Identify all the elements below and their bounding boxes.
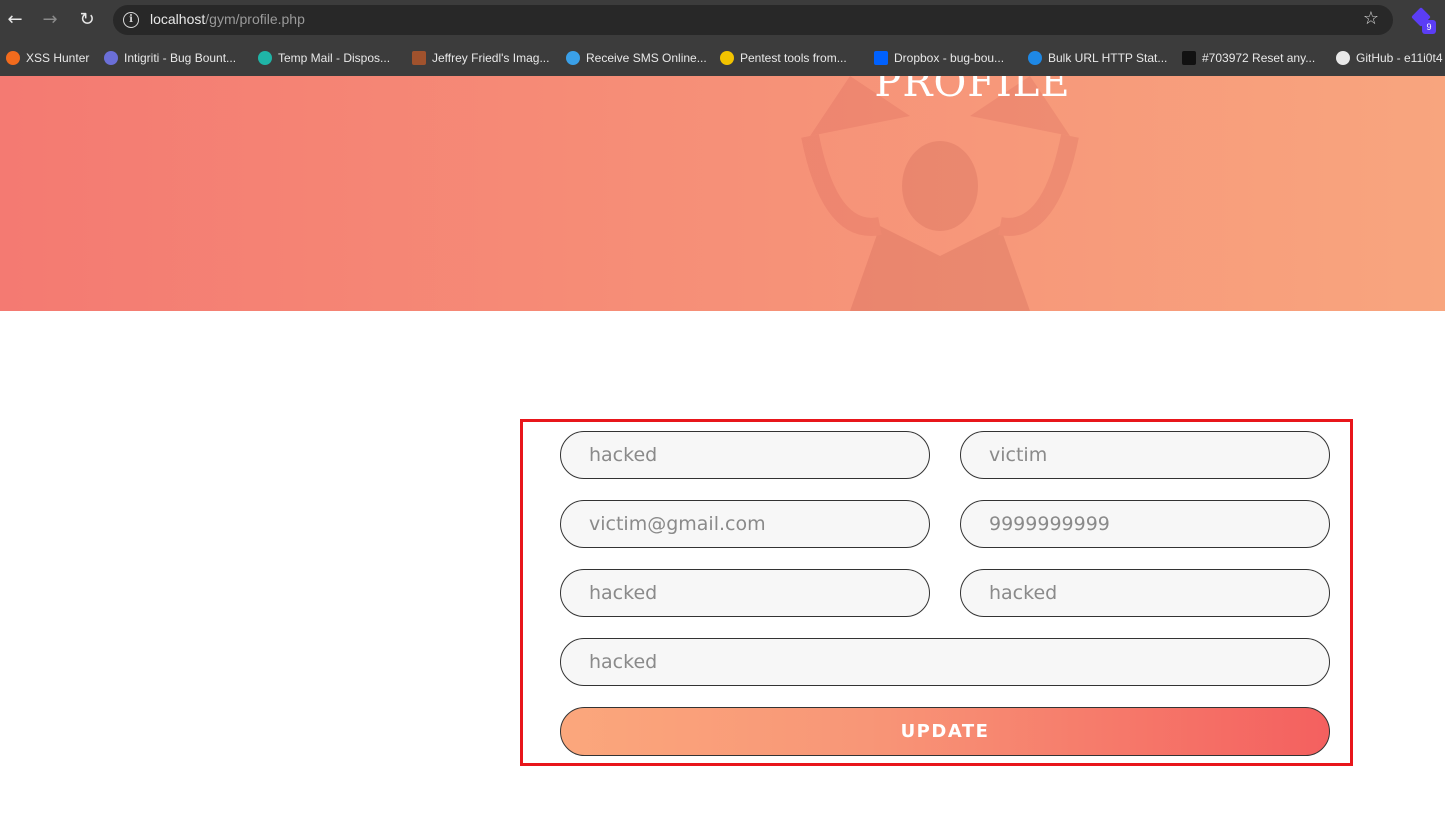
forward-icon[interactable]: →: [38, 8, 62, 32]
bookmark-dropbox[interactable]: Dropbox - bug-bou...: [874, 49, 1004, 67]
hero-banner: PROFILE: [0, 76, 1445, 311]
hero-person-image: [801, 76, 1079, 311]
address-bar[interactable]: i localhost/gym/profile.php ☆: [113, 5, 1393, 35]
image-icon: [412, 51, 426, 65]
bookmark-label: Receive SMS Online...: [586, 51, 707, 65]
bookmark-pentest-tools[interactable]: Pentest tools from...: [720, 49, 847, 67]
temp-mail-icon: [258, 51, 272, 65]
bookmark-star-icon[interactable]: ☆: [1363, 8, 1379, 29]
page-title: PROFILE: [874, 76, 1071, 106]
bookmark-label: Intigriti - Bug Bount...: [124, 51, 237, 65]
url-text[interactable]: localhost/gym/profile.php: [150, 11, 305, 27]
bookmark-jeffrey-friedl[interactable]: Jeffrey Friedl's Imag...: [412, 49, 549, 67]
bookmarks-bar: XSS Hunter Intigriti - Bug Bount... Temp…: [0, 40, 1445, 76]
dropbox-icon: [874, 51, 888, 65]
bookmark-label: Jeffrey Friedl's Imag...: [432, 51, 550, 65]
bulk-url-icon: [1028, 51, 1042, 65]
browser-toolbar: ← → ↻ i localhost/gym/profile.php ☆ 9: [0, 0, 1445, 40]
bookmark-label: Bulk URL HTTP Stat...: [1048, 51, 1168, 65]
first-name-field[interactable]: [560, 431, 930, 479]
profile-field-7[interactable]: [560, 638, 1330, 686]
profile-field-5[interactable]: [560, 569, 930, 617]
flame-icon: [6, 51, 20, 65]
update-button[interactable]: UPDATE: [560, 707, 1330, 756]
bookmark-label: XSS Hunter: [26, 51, 90, 65]
extension-badge: 9: [1422, 20, 1436, 34]
bookmark-temp-mail[interactable]: Temp Mail - Dispos...: [258, 49, 390, 67]
site-info-icon[interactable]: i: [123, 12, 139, 28]
pentest-icon: [720, 51, 734, 65]
last-name-field[interactable]: [960, 431, 1330, 479]
profile-field-6[interactable]: [960, 569, 1330, 617]
bookmark-label: Pentest tools from...: [740, 51, 847, 65]
bookmark-xss-hunter[interactable]: XSS Hunter: [6, 49, 89, 67]
bookmark-bulk-url[interactable]: Bulk URL HTTP Stat...: [1028, 49, 1167, 67]
hackerone-icon: [1182, 51, 1196, 65]
bookmark-receive-sms[interactable]: Receive SMS Online...: [566, 49, 707, 67]
bookmark-label: Temp Mail - Dispos...: [278, 51, 391, 65]
bookmark-label: #703972 Reset any...: [1202, 51, 1316, 65]
intigriti-icon: [104, 51, 118, 65]
url-path: /gym/profile.php: [205, 11, 305, 27]
back-icon[interactable]: ←: [3, 8, 27, 32]
bookmark-intigriti[interactable]: Intigriti - Bug Bount...: [104, 49, 236, 67]
url-host: localhost: [150, 11, 206, 27]
reload-icon[interactable]: ↻: [75, 8, 99, 32]
bookmark-hackerone-report[interactable]: #703972 Reset any...: [1182, 49, 1315, 67]
sms-icon: [566, 51, 580, 65]
bookmark-label: GitHub - e11i0t4: [1356, 51, 1443, 65]
bookmark-github[interactable]: GitHub - e11i0t4: [1336, 49, 1443, 67]
extension-icon[interactable]: 9: [1411, 7, 1436, 34]
github-icon: [1336, 51, 1350, 65]
bookmark-label: Dropbox - bug-bou...: [894, 51, 1005, 65]
email-field[interactable]: [560, 500, 930, 548]
phone-field[interactable]: [960, 500, 1330, 548]
